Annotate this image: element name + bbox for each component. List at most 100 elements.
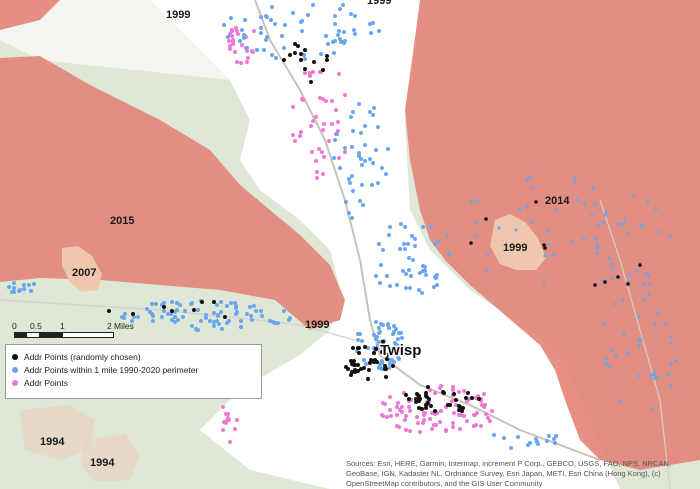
- blue-point: [229, 16, 233, 20]
- blue-point: [27, 283, 31, 287]
- blue-point: [260, 314, 264, 318]
- blue-point: [162, 309, 166, 313]
- blue-point: [359, 157, 363, 161]
- blue-point: [351, 189, 355, 193]
- blue-point: [569, 240, 573, 244]
- blue-point: [338, 166, 342, 170]
- blue-point: [154, 302, 158, 306]
- pink-point: [451, 421, 455, 425]
- pink-point: [462, 389, 466, 393]
- black-point: [293, 51, 297, 55]
- blue-point: [239, 319, 243, 323]
- blue-point: [259, 309, 263, 313]
- black-point: [372, 351, 376, 355]
- blue-point: [175, 301, 179, 305]
- blue-point: [374, 337, 378, 341]
- blue-point: [120, 315, 124, 319]
- black-point: [107, 309, 111, 313]
- blue-point: [282, 46, 286, 50]
- blue-point: [617, 222, 621, 226]
- blue-point: [264, 38, 268, 42]
- black-point: [427, 397, 431, 401]
- blue-point: [674, 359, 678, 363]
- blue-point: [621, 222, 625, 226]
- pink-point: [303, 71, 307, 75]
- pink-point: [300, 97, 304, 101]
- blue-point: [176, 318, 180, 322]
- pink-point: [486, 416, 490, 420]
- map-legend: Addr Points (randomly chosen) Addr Point…: [5, 344, 262, 399]
- blue-point: [657, 230, 661, 234]
- pink-point: [231, 40, 235, 44]
- blue-point: [543, 254, 547, 258]
- black-point: [303, 67, 307, 71]
- blue-point: [590, 213, 594, 217]
- blue-point: [212, 324, 216, 328]
- pink-point: [309, 124, 313, 128]
- blue-point: [379, 263, 383, 267]
- blue-point: [653, 322, 657, 326]
- scale-segment-1: [15, 333, 27, 337]
- map-canvas[interactable]: 1999 1999 2015 2014 1999 2007 1999 1994 …: [0, 0, 700, 489]
- blue-point: [384, 172, 388, 176]
- black-point: [415, 392, 419, 396]
- blue-point: [378, 365, 382, 369]
- black-point: [383, 364, 387, 368]
- pink-point: [472, 424, 476, 428]
- pink-point: [395, 413, 399, 417]
- blue-point: [514, 228, 518, 232]
- blue-point: [664, 321, 668, 325]
- blue-point: [610, 266, 614, 270]
- blue-point: [601, 220, 605, 224]
- blue-point: [635, 269, 639, 273]
- blue-point: [151, 314, 155, 318]
- blue-point: [363, 159, 367, 163]
- blue-point: [372, 333, 376, 337]
- blue-point: [173, 315, 177, 319]
- blue-point: [377, 242, 381, 246]
- blue-point: [406, 242, 410, 246]
- pink-point: [228, 440, 232, 444]
- blue-point: [254, 309, 258, 313]
- blue-point: [29, 289, 33, 293]
- blue-point: [447, 252, 451, 256]
- blue-point: [219, 300, 223, 304]
- pink-point: [432, 423, 436, 427]
- blue-point: [583, 201, 587, 205]
- fire-label-1999-nw: 1999: [166, 9, 190, 21]
- blue-point: [274, 56, 278, 60]
- blue-point: [572, 180, 576, 184]
- blue-point: [642, 283, 646, 287]
- blue-point: [376, 125, 380, 129]
- pink-point: [388, 408, 392, 412]
- black-point: [464, 396, 468, 400]
- blue-point: [409, 274, 413, 278]
- blue-point: [486, 253, 490, 257]
- blue-point: [368, 110, 372, 114]
- blue-point: [582, 237, 586, 241]
- blue-point: [591, 186, 595, 190]
- blue-point: [607, 256, 611, 260]
- black-point: [374, 347, 378, 351]
- pink-point: [298, 134, 302, 138]
- scale-segment-2: [39, 333, 63, 337]
- black-point: [296, 44, 300, 48]
- pink-point: [444, 428, 448, 432]
- blue-point: [235, 310, 239, 314]
- blue-point: [303, 57, 307, 61]
- blue-point: [123, 312, 127, 316]
- black-point: [616, 275, 620, 279]
- blue-point: [352, 28, 356, 32]
- black-point: [424, 391, 428, 395]
- blue-point: [359, 131, 363, 135]
- blue-point: [434, 276, 438, 280]
- pink-point: [239, 61, 243, 65]
- black-point: [426, 385, 430, 389]
- blue-point: [593, 202, 597, 206]
- blue-point: [276, 321, 280, 325]
- blue-point: [420, 291, 424, 295]
- blue-point: [215, 303, 219, 307]
- blue-point: [604, 210, 608, 214]
- blue-point: [377, 326, 381, 330]
- blue-point: [413, 237, 417, 241]
